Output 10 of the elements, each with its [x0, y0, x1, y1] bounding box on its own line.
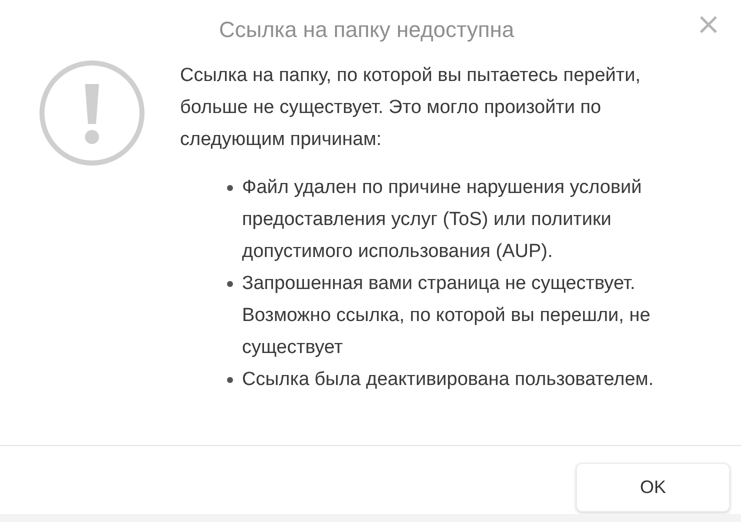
warning-icon: [37, 58, 147, 168]
bullet-icon: [227, 377, 233, 383]
bullet-icon: [227, 185, 233, 191]
message-text: Ссылка на папку, по которой вы пытаетесь перейти, больше не существует. Это могло произойти по следующим причинам:: [180, 64, 642, 152]
dialog-title: Ссылка на папку недоступна: [219, 17, 514, 43]
reason-text: Файл удален по причине нарушения условий предоставления услуг (ToS) или политики допустимого использования (AUP).: [242, 176, 643, 264]
reason-text: Запрошенная вами страница не существует. Возможно ссылка, по которой вы перешли, не существует: [242, 272, 652, 360]
reason-text: Ссылка была деактивирована пользователем.: [242, 368, 655, 392]
bullet-icon: [227, 281, 233, 287]
ok-button[interactable]: OK: [576, 463, 730, 512]
